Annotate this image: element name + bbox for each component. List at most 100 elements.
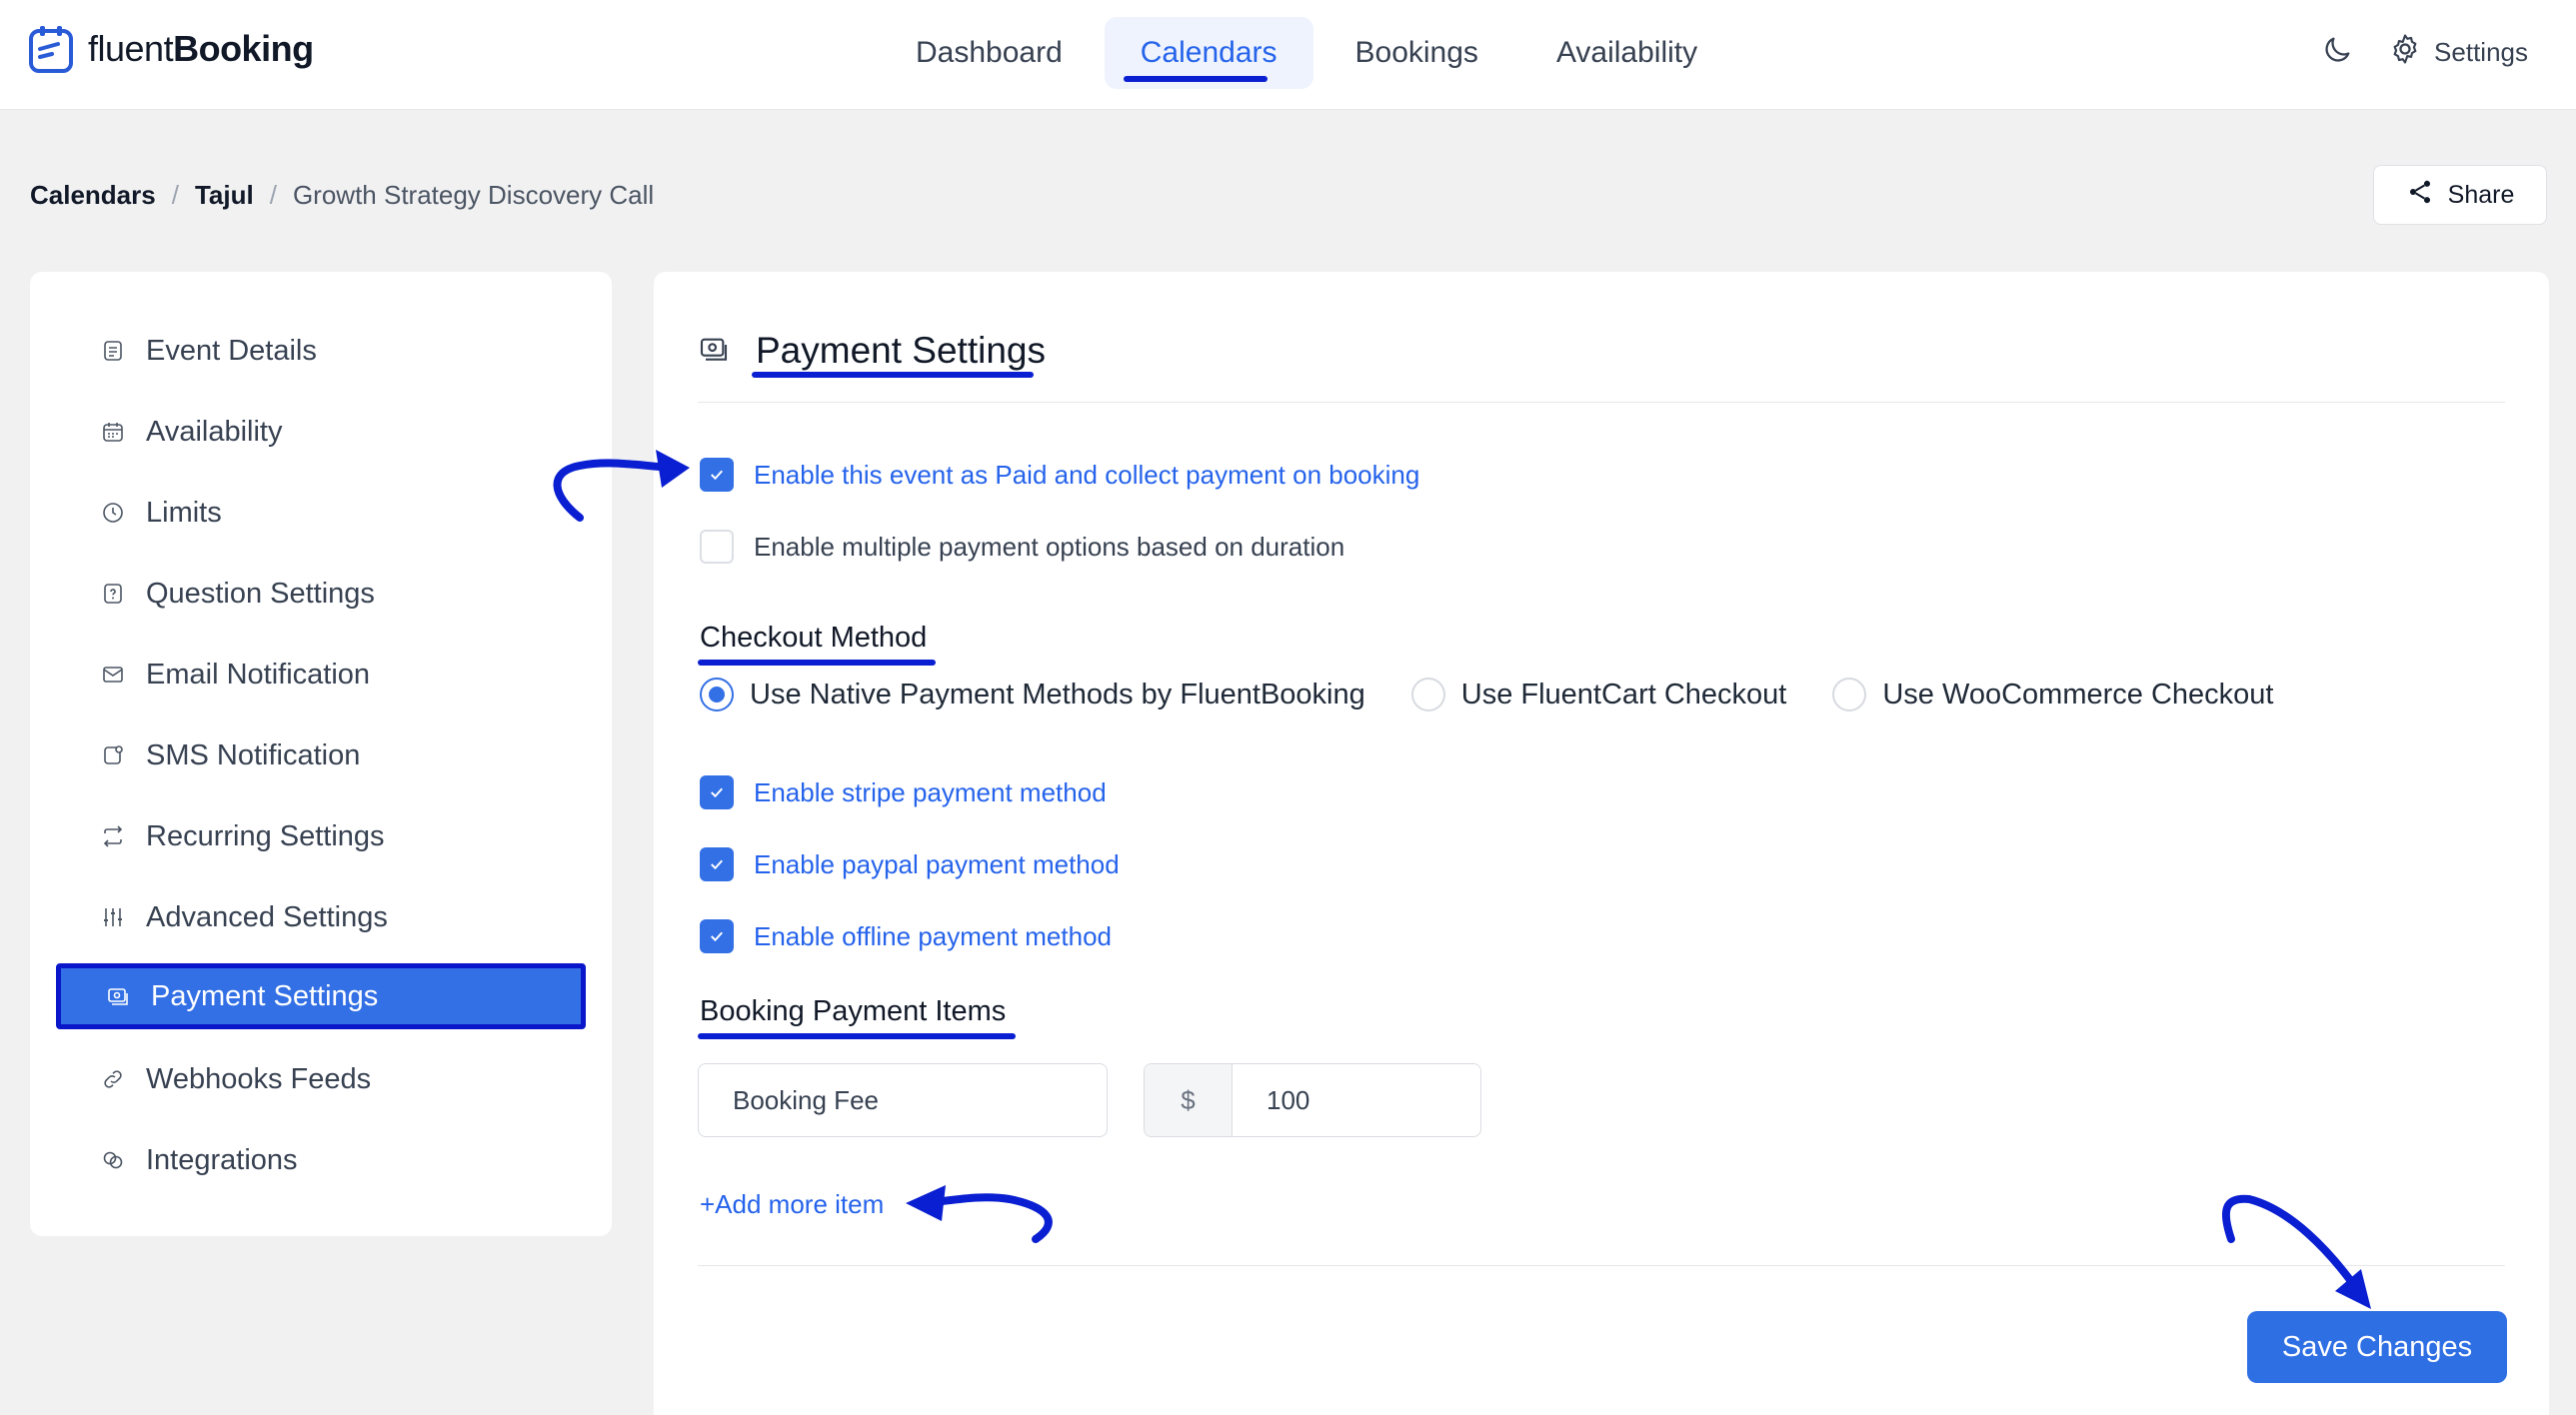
checkout-method-title: Checkout Method: [700, 622, 928, 654]
sidebar-item-limits[interactable]: Limits: [56, 480, 586, 546]
sidebar-item-label: Availability: [146, 415, 283, 448]
divider: [698, 1265, 2505, 1266]
payment-icon: [105, 983, 131, 1009]
sidebar-item-availability[interactable]: Availability: [56, 399, 586, 465]
sidebar-item-sms-notification[interactable]: SMS Notification: [56, 722, 586, 788]
integrations-icon: [100, 1147, 126, 1173]
sidebar-item-label: Payment Settings: [151, 979, 379, 1012]
offline-method-option[interactable]: Enable offline payment method: [700, 919, 1112, 953]
mail-icon: [100, 662, 126, 688]
dark-mode-moon-icon[interactable]: [2320, 33, 2354, 72]
settings-link[interactable]: Settings: [2388, 32, 2528, 73]
breadcrumb-calendars[interactable]: Calendars: [30, 180, 156, 211]
sidebar-item-label: Event Details: [146, 334, 317, 367]
radio-label: Use FluentCart Checkout: [1460, 678, 1787, 710]
booking-payment-items-title: Booking Payment Items: [700, 995, 1007, 1027]
nav-bookings[interactable]: Bookings: [1319, 17, 1514, 89]
breadcrumb-tajul[interactable]: Tajul: [195, 180, 254, 211]
sms-icon: [100, 742, 126, 768]
paypal-checkbox[interactable]: [700, 847, 734, 881]
offline-checkbox[interactable]: [700, 919, 734, 953]
question-icon: [100, 581, 126, 607]
checkout-option-native[interactable]: Use Native Payment Methods by FluentBook…: [700, 678, 1365, 711]
sidebar-item-payment-settings[interactable]: Payment Settings: [56, 963, 586, 1029]
sidebar-item-label: Limits: [146, 496, 222, 529]
sidebar-item-event-details[interactable]: Event Details: [56, 318, 586, 384]
nav-dashboard[interactable]: Dashboard: [880, 17, 1099, 89]
stripe-method-option[interactable]: Enable stripe payment method: [700, 775, 1107, 809]
logo-text: fluentBooking: [88, 28, 314, 69]
checkout-method-options: Use Native Payment Methods by FluentBook…: [700, 678, 2319, 711]
sidebar-item-label: SMS Notification: [146, 738, 361, 771]
radio-native[interactable]: [700, 678, 734, 711]
sidebar-item-integrations[interactable]: Integrations: [56, 1127, 586, 1193]
enable-paid-label: Enable this event as Paid and collect pa…: [754, 459, 1420, 490]
nav-availability[interactable]: Availability: [1520, 17, 1733, 89]
enable-paid-checkbox[interactable]: [700, 458, 734, 492]
breadcrumb-separator: /: [171, 180, 179, 210]
checkout-option-woocommerce[interactable]: Use WooCommerce Checkout: [1832, 678, 2273, 711]
sidebar-item-label: Advanced Settings: [146, 900, 388, 933]
settings-label: Settings: [2434, 37, 2528, 67]
repeat-icon: [100, 823, 126, 849]
sidebar-item-webhooks-feeds[interactable]: Webhooks Feeds: [56, 1046, 586, 1112]
paypal-method-option[interactable]: Enable paypal payment method: [700, 847, 1120, 881]
enable-paid-option[interactable]: Enable this event as Paid and collect pa…: [700, 458, 1419, 492]
radio-woocommerce[interactable]: [1832, 678, 1867, 711]
payment-item-name-input[interactable]: Booking Fee: [698, 1063, 1108, 1137]
sidebar-item-label: Email Notification: [146, 658, 371, 691]
enable-multiple-checkbox[interactable]: [700, 530, 734, 564]
share-button[interactable]: Share: [2373, 165, 2547, 225]
sidebar-item-recurring-settings[interactable]: Recurring Settings: [56, 803, 586, 869]
sliders-icon: [100, 904, 126, 930]
divider: [698, 402, 2505, 403]
share-label: Share: [2447, 180, 2515, 209]
sidebar-item-advanced-settings[interactable]: Advanced Settings: [56, 884, 586, 950]
payment-item-amount-input[interactable]: $ 100: [1144, 1063, 1481, 1137]
sidebar-item-label: Recurring Settings: [146, 819, 385, 852]
clock-icon: [100, 500, 126, 526]
payment-icon: [698, 333, 730, 370]
gear-icon: [2388, 32, 2422, 73]
document-icon: [100, 338, 126, 364]
paypal-label: Enable paypal payment method: [754, 848, 1120, 879]
checkout-option-fluentcart[interactable]: Use FluentCart Checkout: [1410, 678, 1787, 711]
add-more-item-link[interactable]: +Add more item: [700, 1189, 884, 1220]
stripe-checkbox[interactable]: [700, 775, 734, 809]
payment-item-name-value: Booking Fee: [733, 1084, 879, 1115]
calendars-annotation-underline: [1124, 76, 1268, 82]
page-title: Payment Settings: [756, 330, 1046, 371]
items-annotation-underline: [698, 1033, 1016, 1039]
stripe-label: Enable stripe payment method: [754, 776, 1107, 807]
sidebar-item-label: Webhooks Feeds: [146, 1062, 372, 1095]
breadcrumb: Calendars / Tajul / Growth Strategy Disc…: [30, 180, 654, 211]
radio-label: Use Native Payment Methods by FluentBook…: [750, 678, 1365, 710]
payment-item-amount-value: 100: [1267, 1084, 1310, 1115]
save-changes-button[interactable]: Save Changes: [2247, 1311, 2507, 1383]
sidebar-item-label: Question Settings: [146, 577, 375, 610]
main-nav: Dashboard Calendars Bookings Availabilit…: [880, 17, 1733, 89]
enable-multiple-option[interactable]: Enable multiple payment options based on…: [700, 530, 1344, 564]
breadcrumb-current: Growth Strategy Discovery Call: [292, 180, 655, 210]
settings-sidebar: Event Details Availability Limits Questi…: [30, 272, 612, 1236]
title-annotation-underline: [752, 372, 1034, 378]
currency-prefix: $: [1145, 1064, 1233, 1136]
link-icon: [100, 1066, 126, 1092]
checkout-annotation-underline: [698, 660, 936, 666]
sidebar-item-label: Integrations: [146, 1143, 298, 1176]
top-navigation-bar: fluentBooking Dashboard Calendars Bookin…: [0, 0, 2576, 110]
breadcrumb-separator: /: [269, 180, 277, 210]
top-right-actions: Settings: [2320, 32, 2528, 73]
panel-header: Payment Settings: [698, 330, 1046, 372]
sidebar-item-question-settings[interactable]: Question Settings: [56, 561, 586, 627]
radio-label: Use WooCommerce Checkout: [1882, 678, 2274, 710]
enable-multiple-label: Enable multiple payment options based on…: [754, 531, 1345, 562]
fluentbooking-logo-icon: [28, 24, 78, 74]
calendar-icon: [100, 419, 126, 445]
offline-label: Enable offline payment method: [754, 920, 1112, 951]
logo[interactable]: fluentBooking: [28, 24, 314, 74]
payment-settings-panel: Payment Settings Enable this event as Pa…: [654, 272, 2549, 1415]
sidebar-item-email-notification[interactable]: Email Notification: [56, 642, 586, 708]
radio-fluentcart[interactable]: [1410, 678, 1445, 711]
share-icon: [2406, 178, 2434, 213]
